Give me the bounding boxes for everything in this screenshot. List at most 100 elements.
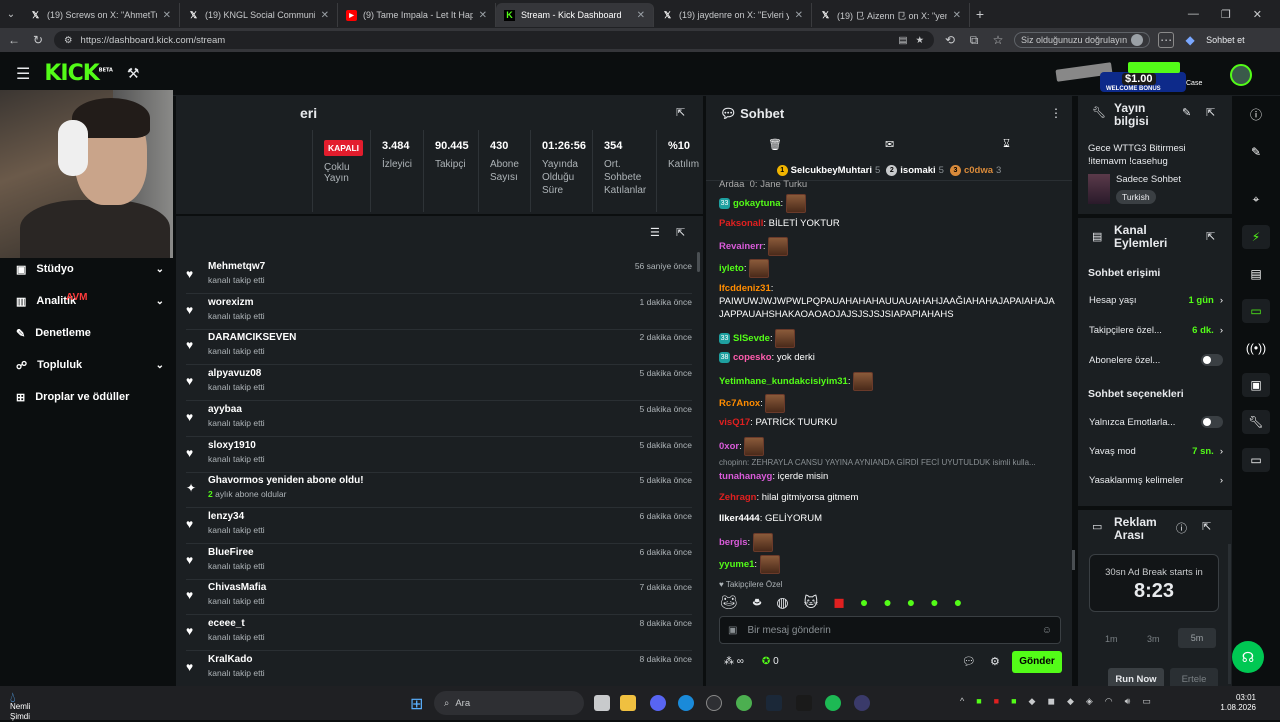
browser-tab[interactable]: 𝕏 (19) jaydenre on X: "Evleri yakın ol ✕ — [654, 3, 812, 27]
chat-username[interactable]: copesko — [733, 352, 772, 363]
favorites-icon[interactable]: ☆ — [990, 33, 1006, 47]
task-view-icon[interactable] — [594, 695, 610, 711]
close-tab-icon[interactable]: ✕ — [637, 10, 645, 21]
chat-username[interactable]: gokaytuna — [733, 198, 781, 209]
edge-icon[interactable] — [678, 695, 694, 711]
send-button[interactable]: Gönder — [1012, 651, 1062, 673]
windows-start-icon[interactable]: ⊞ — [410, 694, 423, 714]
popout-icon[interactable]: ⇱ — [1206, 106, 1215, 119]
duration-5m[interactable]: 5m — [1178, 628, 1216, 648]
tray-red-icon[interactable]: ■ — [994, 696, 999, 707]
right-scrollbar[interactable] — [1228, 544, 1231, 684]
chrome-icon[interactable] — [736, 695, 752, 711]
close-tab-icon[interactable]: ✕ — [795, 10, 803, 21]
favorite-star-icon[interactable]: ★ — [915, 35, 924, 46]
back-icon[interactable]: ← — [6, 33, 22, 47]
chat-username[interactable]: SlSevde — [733, 333, 770, 344]
document-icon[interactable]: ▤ — [1242, 262, 1270, 286]
tray-icon-b[interactable]: ◼ — [1047, 696, 1054, 707]
sidebar-item-moderation[interactable]: ✎ Denetleme — [16, 322, 164, 344]
wifi-icon[interactable]: ◠ — [1105, 696, 1113, 707]
copilot-icon[interactable]: ◆ — [1182, 33, 1198, 47]
popout-icon[interactable]: ⇱ — [1206, 230, 1215, 243]
copilot-label[interactable]: Sohbet et — [1206, 35, 1245, 45]
emoji-icon[interactable]: ☺ — [1042, 625, 1052, 636]
chat-username[interactable]: Yetimhane_kundakcisiyim31 — [719, 376, 848, 387]
tray-chevron-icon[interactable]: ^ — [960, 696, 964, 707]
trash-icon[interactable]: 🗑︎ — [768, 138, 782, 151]
chat-input[interactable]: ▣ Bir mesaj gönderin ☺ — [719, 616, 1061, 644]
chat-bubble-settings-icon[interactable]: 💬︎ — [962, 655, 976, 668]
close-tab-icon[interactable]: ✕ — [163, 10, 171, 21]
tray-icon-a[interactable]: ◆ — [1029, 696, 1036, 707]
extensions-icon[interactable]: ⟲ — [942, 33, 958, 47]
top-gifter[interactable]: 3 c0dwa 3 — [949, 165, 1001, 176]
edit-icon[interactable]: ✎ — [1182, 106, 1191, 119]
emote-green3-icon[interactable]: ● — [907, 594, 915, 613]
account-age-row[interactable]: Hesap yaşı 1 gün › — [1089, 295, 1223, 306]
emote-green2-icon[interactable]: ● — [883, 594, 891, 613]
slow-mode-row[interactable]: Yavaş mod 7 sn. › — [1089, 446, 1223, 457]
chat-username[interactable]: bergis — [719, 537, 748, 548]
site-info-icon[interactable]: ⚙ — [64, 35, 73, 46]
emote-angry-icon[interactable]: ◼ — [833, 594, 845, 613]
emote-green4-icon[interactable]: ● — [930, 594, 938, 613]
banned-words-row[interactable]: Yasaklanmış kelimeler › — [1089, 475, 1223, 486]
activity-scrollbar[interactable] — [697, 252, 700, 272]
discord-icon[interactable] — [650, 695, 666, 711]
gear-icon[interactable]: ⚙ — [990, 655, 1000, 668]
duration-1m[interactable]: 1m — [1105, 634, 1118, 644]
url-field[interactable]: ⚙ https://dashboard.kick.com/stream ▤ ★ — [54, 31, 934, 49]
tray-icon-d[interactable]: ◈ — [1086, 696, 1093, 707]
emote-green5-icon[interactable]: ● — [954, 594, 962, 613]
sidebar-item-drops[interactable]: ⊞ Droplar ve ödüller — [16, 386, 164, 408]
broadcast-icon[interactable]: ((•)) — [1242, 336, 1270, 360]
promo-green-button[interactable] — [1128, 62, 1180, 73]
chat-username[interactable]: Revainerr — [719, 241, 763, 252]
emote-cat-icon[interactable]: 🐱︎ — [804, 594, 819, 613]
emote-group-icon[interactable]: ◍ — [776, 594, 788, 613]
browser-tab[interactable]: 𝕏 (19) KNGL Social Community / X ✕ — [180, 3, 338, 27]
collections-icon[interactable]: ⧉ — [966, 33, 982, 48]
maximize-icon[interactable]: ❐ — [1221, 8, 1231, 21]
app2-icon[interactable] — [854, 695, 870, 711]
sidebar-item-community[interactable]: ☍ Topluluk ⌄ — [16, 354, 164, 376]
sidebar-item-studio[interactable]: ▣ Stüdyo ⌄ — [16, 258, 164, 280]
info-icon[interactable]: ⓘ — [1242, 102, 1270, 126]
new-tab-button[interactable]: + — [970, 6, 990, 22]
ad-icon[interactable]: ▭ — [1242, 448, 1270, 472]
chat-icon[interactable]: ▭ — [1242, 299, 1270, 323]
browser-tab[interactable]: 𝕏 (19) ⺋ Aizenn ⺋ on X: "yemek yaş ✕ — [812, 3, 970, 27]
emote-hat-icon[interactable]: 🎩︎ — [753, 594, 762, 613]
menu-icon[interactable]: ☰ — [16, 64, 30, 84]
top-gifter[interactable]: 2 isomaki 5 — [886, 165, 944, 176]
browser-tab[interactable]: ▶ (9) Tame Impala - Let It Happen (O ✕ — [338, 3, 496, 27]
chat-icon[interactable]: ✉ — [885, 138, 894, 151]
kick-logo[interactable]: KICKBETA — [44, 61, 113, 86]
chat-username[interactable]: yyume1 — [719, 559, 754, 570]
clock[interactable]: 03:01 1.08.2026 — [1220, 693, 1256, 713]
chat-username[interactable]: Rc7Anox — [719, 398, 760, 409]
run-now-button[interactable]: Run Now — [1108, 668, 1164, 686]
emote-frog-icon[interactable]: 🐸︎ — [720, 594, 738, 613]
subscribers-only-toggle[interactable] — [1201, 354, 1223, 366]
tray-green-icon[interactable]: ■ — [1011, 696, 1016, 707]
steam-icon[interactable] — [766, 695, 782, 711]
volume-icon[interactable]: 🔊︎ — [1125, 696, 1131, 707]
wrench-icon[interactable]: 🔧︎ — [1242, 410, 1270, 434]
minimize-icon[interactable]: — — [1188, 8, 1199, 21]
tab-list-icon[interactable]: ⌄ — [0, 9, 22, 20]
delay-button[interactable]: Ertele — [1170, 668, 1218, 686]
browser-tab[interactable]: K Stream - Kick Dashboard ✕ — [496, 3, 654, 27]
support-icon[interactable]: ☊ — [1232, 641, 1264, 673]
chat-username[interactable]: Zehragn — [719, 492, 756, 503]
chat-username[interactable]: iyleto — [719, 263, 744, 274]
app-icon[interactable] — [706, 695, 722, 711]
browser-tab[interactable]: 𝕏 (19) Screws on X: "AhmetTurku Bü ✕ — [22, 3, 180, 27]
user-avatar[interactable] — [1230, 64, 1252, 86]
channel-icon[interactable]: ▣ — [1242, 373, 1270, 397]
more-icon[interactable]: ⋯ — [1158, 32, 1175, 48]
emotes-only-toggle[interactable] — [1201, 416, 1223, 428]
chat-username[interactable]: Ifcddeniz31 — [719, 283, 771, 294]
promo-banner[interactable]: $1.00 WELCOME BONUS Case — [1050, 54, 1210, 94]
